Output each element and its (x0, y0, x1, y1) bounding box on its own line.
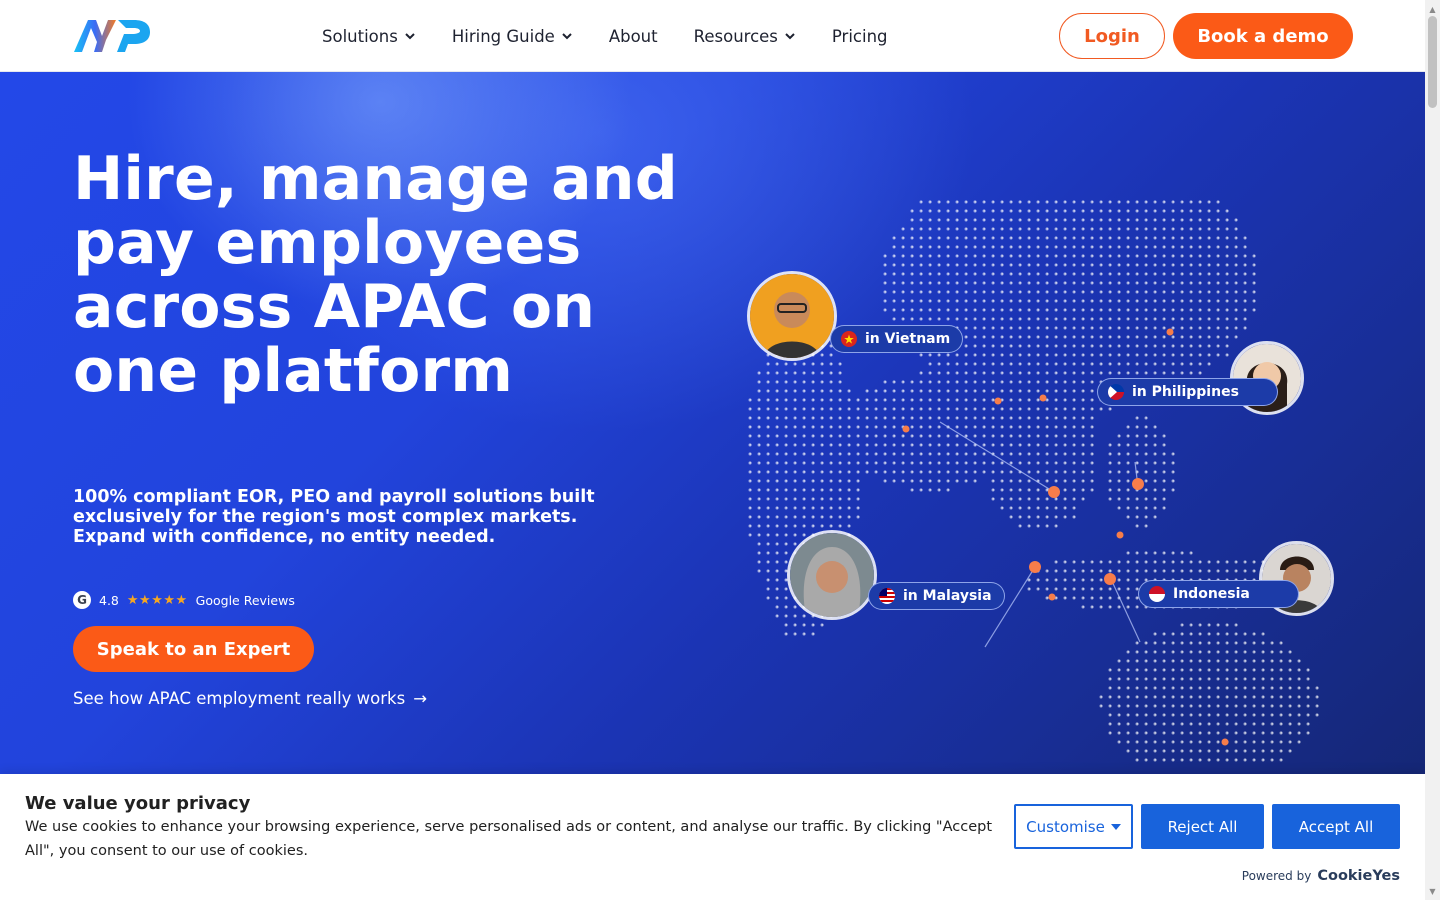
location-pill-philippines: in Philippines (1097, 378, 1278, 406)
page-scrollbar[interactable]: ▲ ▼ (1425, 0, 1440, 900)
scroll-down-icon[interactable]: ▼ (1425, 884, 1440, 898)
scrollbar-thumb[interactable] (1428, 16, 1437, 108)
nav-solutions-label: Solutions (322, 26, 398, 46)
nav-pricing-label: Pricing (831, 26, 888, 46)
location-label-malaysia: in Malaysia (903, 588, 992, 604)
nav-about[interactable]: About (609, 27, 658, 46)
rating-value: 4.8 (99, 592, 119, 608)
hero-subtitle: 100% compliant EOR, PEO and payroll solu… (73, 487, 595, 547)
apac-globe-map (748, 200, 1319, 762)
avatar-vietnam (747, 271, 837, 361)
reviews-label: Google Reviews (195, 592, 295, 608)
cookie-text: We use cookies to enhance your browsing … (25, 819, 993, 859)
nav-pricing[interactable]: Pricing (832, 27, 888, 46)
powered-by[interactable]: Powered by CookieYes (1242, 868, 1400, 884)
google-reviews[interactable]: G 4.8 ★★★★★ Google Reviews (73, 591, 295, 609)
site-header: Solutions Hiring Guide About Resources P… (0, 0, 1425, 72)
cookie-title: We value your privacy (25, 793, 251, 814)
main-nav: Solutions Hiring Guide About Resources P… (322, 0, 888, 72)
hero-title: Hire, manage and pay employees across AP… (73, 144, 678, 406)
philippines-flag-icon (1108, 384, 1124, 400)
scroll-up-icon[interactable]: ▲ (1425, 2, 1440, 16)
cookie-banner: We value your privacy We use cookies to … (0, 774, 1425, 900)
chevron-down-icon (405, 33, 415, 40)
malaysia-flag-icon (879, 588, 895, 604)
location-pill-malaysia: in Malaysia (868, 582, 1005, 610)
customise-button[interactable]: Customise (1014, 804, 1133, 849)
google-icon: G (73, 591, 91, 609)
nav-hiring-guide-label: Hiring Guide (451, 26, 555, 46)
vietnam-flag-icon (841, 331, 857, 347)
location-label-indonesia: Indonesia (1173, 586, 1250, 602)
caret-down-icon (1110, 823, 1121, 830)
see-how-link[interactable]: See how APAC employment really works → (73, 689, 427, 708)
reject-all-button[interactable]: Reject All (1141, 804, 1264, 849)
powered-by-label: Powered by (1241, 869, 1312, 883)
connector-lines (939, 421, 1141, 648)
avatar-malaysia (787, 530, 877, 620)
accept-all-button[interactable]: Accept All (1272, 804, 1400, 849)
login-button[interactable]: Login (1059, 13, 1165, 59)
speak-to-expert-button[interactable]: Speak to an Expert (73, 626, 314, 672)
book-demo-button[interactable]: Book a demo (1173, 13, 1353, 59)
star-rating-icon: ★★★★★ (126, 592, 188, 608)
indonesia-flag-icon (1149, 586, 1165, 602)
location-pill-vietnam: in Vietnam (830, 325, 964, 353)
location-label-philippines: in Philippines (1132, 384, 1239, 400)
nav-about-label: About (608, 26, 658, 46)
nav-resources-label: Resources (693, 26, 778, 46)
ayp-logo[interactable] (72, 16, 158, 56)
chevron-down-icon (785, 33, 795, 40)
customise-label: Customise (1026, 817, 1105, 836)
nav-resources[interactable]: Resources (694, 27, 796, 46)
nav-hiring-guide[interactable]: Hiring Guide (452, 27, 573, 46)
cookieyes-logo: CookieYes (1317, 868, 1400, 884)
nav-solutions[interactable]: Solutions (322, 27, 416, 46)
chevron-down-icon (562, 33, 572, 40)
location-pill-indonesia: Indonesia (1138, 580, 1299, 608)
hero-section: Hire, manage and pay employees across AP… (0, 72, 1425, 774)
arrow-right-icon: → (413, 689, 428, 708)
location-label-vietnam: in Vietnam (865, 331, 951, 347)
see-how-label: See how APAC employment really works (73, 689, 406, 708)
